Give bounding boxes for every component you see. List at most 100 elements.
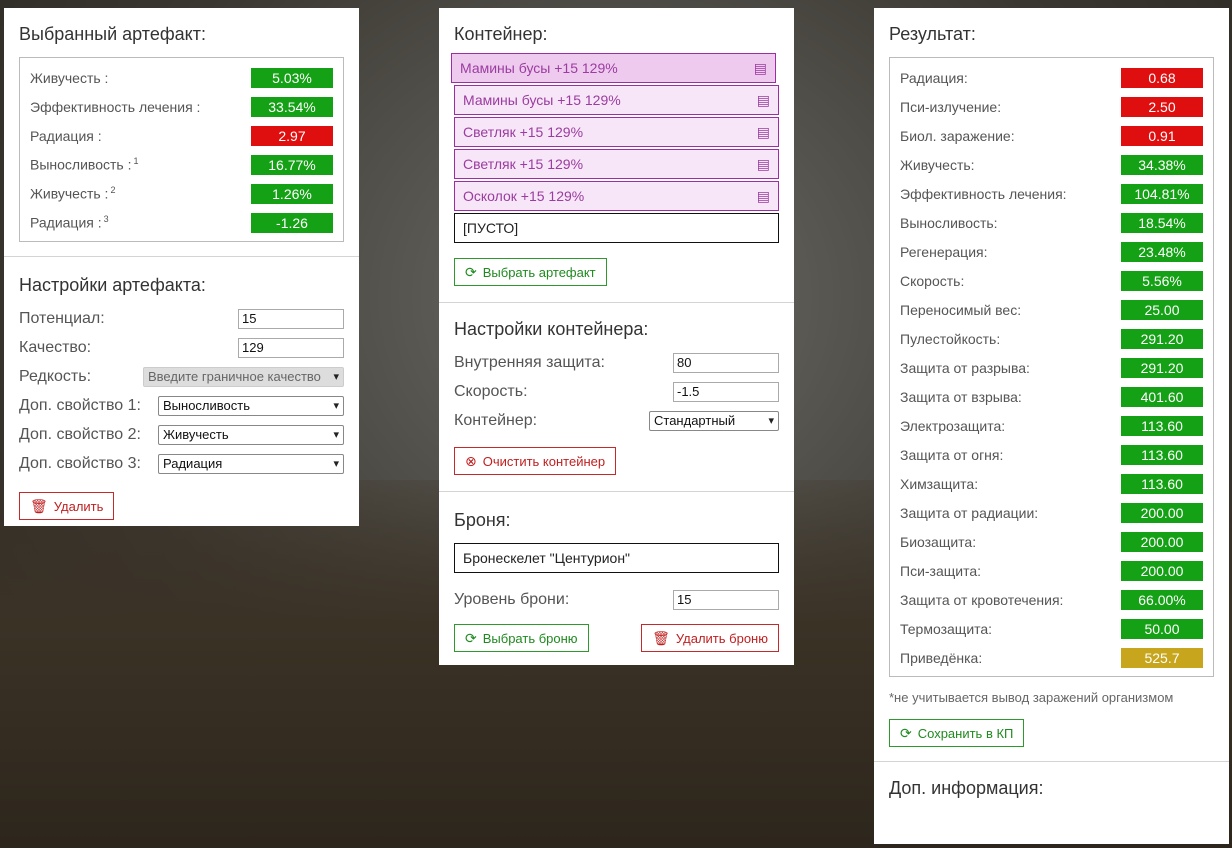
speed-input[interactable] bbox=[673, 381, 779, 402]
delete-armor-label: Удалить броню bbox=[675, 630, 768, 646]
refresh-icon: ⟳ bbox=[900, 724, 912, 741]
chevron-down-icon: ▾ bbox=[333, 458, 339, 470]
artifact-stat-label-text: Живучесть : bbox=[30, 185, 109, 202]
result-stat-label: Радиация: bbox=[900, 69, 968, 86]
extra-info-section: Доп. информация: bbox=[874, 761, 1229, 825]
chevron-down-icon: ▾ bbox=[768, 415, 774, 427]
prop1-select[interactable]: Выносливость ▾ bbox=[158, 395, 344, 416]
artifact-settings-title: Настройки артефакта: bbox=[19, 275, 206, 295]
delete-artifact-label: Удалить bbox=[53, 498, 104, 514]
result-stat-row: Живучесть: 34.38% bbox=[900, 150, 1203, 179]
empty-slot[interactable]: [ПУСТО] bbox=[454, 213, 779, 243]
document-icon[interactable]: ▤ bbox=[757, 188, 770, 205]
container-slot[interactable]: Осколок +15 129% ▤ bbox=[454, 181, 779, 211]
armor-name: Бронескелет "Центурион" bbox=[463, 550, 631, 566]
result-stat-label: Пулестойкость: bbox=[900, 330, 1001, 347]
result-stat-label: Пси-излучение: bbox=[900, 98, 1002, 115]
artifact-stat-row: Выносливость :1 16.77% bbox=[30, 150, 333, 179]
result-stat-value: 113.60 bbox=[1121, 415, 1203, 436]
select-artifact-button[interactable]: ⟳ Выбрать артефакт bbox=[454, 258, 607, 286]
delete-artifact-button[interactable]: 🗑 Удалить bbox=[19, 492, 115, 520]
result-stat-row: Защита от огня: 113.60 bbox=[900, 440, 1203, 469]
armor-name-box[interactable]: Бронескелет "Центурион" bbox=[454, 543, 779, 573]
trash-icon: 🗑 bbox=[652, 629, 670, 646]
document-icon[interactable]: ▤ bbox=[757, 124, 770, 141]
artifact-stat-value: -1.26 bbox=[251, 212, 333, 233]
result-stat-value: 5.56% bbox=[1121, 270, 1203, 291]
result-title: Результат: bbox=[889, 24, 976, 44]
artifact-stat-label-text: Живучесть : bbox=[30, 69, 109, 86]
result-stats-box: Радиация: 0.68 Пси-излучение: 2.50 Биол. зар… bbox=[889, 57, 1214, 677]
result-stat-row: Защита от радиации: 200.00 bbox=[900, 498, 1203, 527]
result-stat-label: Термозащита: bbox=[900, 620, 993, 637]
result-stat-value: 200.00 bbox=[1121, 560, 1203, 581]
result-stat-label: Защита от разрыва: bbox=[900, 359, 1030, 376]
container-slot[interactable]: Мамины бусы +15 129% ▤ bbox=[451, 53, 776, 83]
result-stat-row: Эффективность лечения: 104.81% bbox=[900, 179, 1203, 208]
prop2-select[interactable]: Живучесть ▾ bbox=[158, 424, 344, 445]
extra-info-title: Доп. информация: bbox=[889, 778, 1044, 798]
quality-row: Качество: bbox=[19, 333, 344, 362]
container-settings-title: Настройки контейнера: bbox=[454, 319, 649, 339]
container-type-select[interactable]: Стандартный ▾ bbox=[649, 410, 779, 431]
result-stat-row: Термозащита: 50.00 bbox=[900, 614, 1203, 643]
speed-row: Скорость: bbox=[454, 377, 779, 406]
result-stat-value: 113.60 bbox=[1121, 473, 1203, 494]
refresh-icon: ⟳ bbox=[465, 629, 477, 646]
artifact-stat-label-text: Радиация : bbox=[30, 127, 102, 144]
result-stat-label: Живучесть: bbox=[900, 156, 975, 173]
container-slot-label: Светляк +15 129% bbox=[463, 124, 584, 140]
potential-input[interactable] bbox=[238, 308, 344, 329]
armor-title: Броня: bbox=[454, 510, 511, 530]
artifact-stat-row: Живучесть : 5.03% bbox=[30, 63, 333, 92]
result-stat-value: 0.91 bbox=[1121, 125, 1203, 146]
document-icon[interactable]: ▤ bbox=[754, 60, 767, 77]
artifact-stat-label: Радиация : bbox=[30, 128, 102, 144]
artifact-stat-label-text: Выносливость : bbox=[30, 156, 132, 173]
refresh-icon: ⟳ bbox=[465, 263, 477, 280]
potential-row: Потенциал: bbox=[19, 304, 344, 333]
result-stat-value: 50.00 bbox=[1121, 618, 1203, 639]
artifact-stat-row: Живучесть :2 1.26% bbox=[30, 179, 333, 208]
chevron-down-icon: ▾ bbox=[333, 429, 339, 441]
prop1-label: Доп. свойство 1: bbox=[19, 396, 141, 414]
result-stat-value: 23.48% bbox=[1121, 241, 1203, 262]
trash-icon: 🗑 bbox=[30, 497, 48, 514]
save-to-clipboard-button[interactable]: ⟳ Сохранить в КП bbox=[889, 719, 1025, 747]
result-stat-value: 200.00 bbox=[1121, 502, 1203, 523]
artifact-stat-value: 16.77% bbox=[251, 154, 333, 175]
artifact-stat-footnote: 2 bbox=[110, 185, 116, 196]
prop3-select[interactable]: Радиация ▾ bbox=[158, 453, 344, 474]
result-stat-label: Скорость: bbox=[900, 272, 965, 289]
result-section: Результат: Радиация: 0.68 Пси-излучение: 2.… bbox=[874, 8, 1229, 761]
result-stat-row: Химзащита: 113.60 bbox=[900, 469, 1203, 498]
clear-container-button[interactable]: ⊗ Очистить контейнер bbox=[454, 447, 617, 475]
container-slot[interactable]: Светляк +15 129% ▤ bbox=[454, 149, 779, 179]
armor-level-row: Уровень брони: bbox=[454, 585, 779, 614]
artifact-stat-footnote: 1 bbox=[133, 156, 139, 167]
result-stat-value: 66.00% bbox=[1121, 589, 1203, 610]
result-stat-value: 104.81% bbox=[1121, 183, 1203, 204]
container-slot[interactable]: Мамины бусы +15 129% ▤ bbox=[454, 85, 779, 115]
artifact-stat-label: Живучесть : bbox=[30, 70, 108, 86]
container-section: Контейнер: Мамины бусы +15 129% ▤ Мамины б… bbox=[439, 8, 794, 302]
document-icon[interactable]: ▤ bbox=[757, 92, 770, 109]
container-type-label: Контейнер: bbox=[454, 411, 538, 429]
result-stat-value: 291.20 bbox=[1121, 328, 1203, 349]
result-stat-row: Защита от разрыва: 291.20 bbox=[900, 353, 1203, 382]
quality-input[interactable] bbox=[238, 337, 344, 358]
result-stat-label: Защита от взрыва: bbox=[900, 388, 1022, 405]
result-stat-row: Переносимый вес: 25.00 bbox=[900, 295, 1203, 324]
select-armor-button[interactable]: ⟳ Выбрать броню bbox=[454, 624, 589, 652]
delete-armor-button[interactable]: 🗑 Удалить броню bbox=[641, 624, 779, 652]
select-artifact-label: Выбрать артефакт bbox=[482, 264, 596, 280]
result-panel: Результат: Радиация: 0.68 Пси-излучение: 2.… bbox=[874, 8, 1229, 844]
document-icon[interactable]: ▤ bbox=[757, 156, 770, 173]
armor-level-input[interactable] bbox=[673, 589, 779, 610]
result-stat-label: Переносимый вес: bbox=[900, 301, 1022, 318]
container-type-value: Стандартный bbox=[654, 413, 736, 428]
container-panel: Контейнер: Мамины бусы +15 129% ▤ Мамины б… bbox=[439, 8, 794, 665]
protection-input[interactable] bbox=[673, 352, 779, 373]
result-stat-row: Пулестойкость: 291.20 bbox=[900, 324, 1203, 353]
container-slot[interactable]: Светляк +15 129% ▤ bbox=[454, 117, 779, 147]
